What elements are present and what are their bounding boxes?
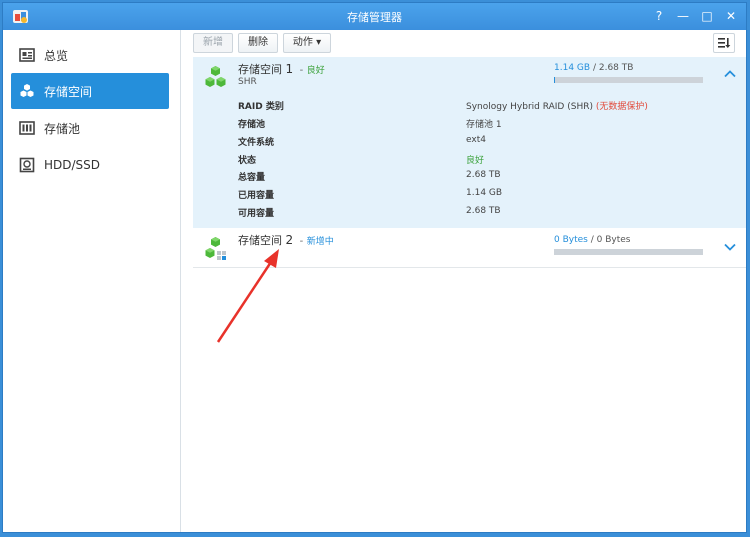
detail-value-status: 良好: [466, 156, 485, 166]
maximize-button[interactable]: □: [698, 7, 716, 25]
sidebar-item-hdd-ssd[interactable]: HDD/SSD: [11, 147, 169, 183]
detail-label-file-system: 文件系统: [238, 138, 275, 148]
volume-number: 1: [285, 62, 294, 76]
delete-button[interactable]: 删除: [238, 33, 278, 53]
detail-value-total-capacity: 2.68 TB: [466, 170, 501, 180]
chevron-up-icon[interactable]: [723, 67, 737, 81]
volume-name: 存储空间 1 - 良好: [238, 61, 325, 77]
minimize-button[interactable]: —: [674, 7, 692, 25]
overview-icon: [19, 48, 35, 62]
detail-label-available-capacity: 可用容量: [238, 209, 275, 219]
detail-label-storage-pool: 存储池: [238, 120, 266, 130]
detail-label-status: 状态: [238, 156, 257, 166]
volume-name-text: 存储空间: [238, 63, 282, 76]
usage-bar: [554, 249, 703, 255]
capacity-slash: /: [592, 63, 596, 73]
main-panel: 新增 删除 动作 ▾ 存储空间 1 - 良好 SHR 1.14 GB / 2.6…: [182, 30, 746, 532]
sidebar-item-label: HDD/SSD: [44, 158, 101, 172]
sidebar: 总览 存储空间 存储池 HDD/SSD: [3, 30, 181, 532]
sidebar-item-label: 存储空间: [44, 84, 93, 99]
storage-manager-window: 存储管理器 ? — □ ✕ 总览 存储空间 存储池 HDD/SSD 新增 删除 …: [2, 2, 747, 533]
detail-value-file-system: ext4: [466, 135, 486, 145]
volume-name-text: 存储空间: [238, 234, 282, 247]
volume-usage: 1.14 GB / 2.68 TB: [554, 63, 633, 73]
detail-label-raid-type: RAID 类别: [238, 102, 284, 112]
sidebar-item-label: 总览: [44, 48, 69, 63]
used-capacity: 0 Bytes: [554, 235, 588, 245]
volume-status: 新增中: [306, 237, 334, 247]
volume-healthy-icon: [205, 66, 226, 87]
volume-creating-icon: [205, 237, 226, 260]
chevron-down-icon[interactable]: [723, 240, 737, 254]
capacity-slash: /: [590, 235, 594, 245]
volume-type: SHR: [238, 77, 257, 87]
usage-bar: [554, 77, 703, 83]
window-title: 存储管理器: [347, 11, 402, 24]
volume-name: 存储空间 2 - 新增中: [238, 232, 334, 248]
volume-number: 2: [285, 233, 294, 247]
sidebar-item-volume[interactable]: 存储空间: [11, 73, 169, 109]
detail-value-raid-type: Synology Hybrid RAID (SHR) (无数据保护): [466, 99, 648, 112]
title-bar: 存储管理器 ? — □ ✕: [3, 3, 746, 30]
storage-pool-icon: [19, 121, 35, 135]
sort-icon: [718, 38, 731, 48]
total-capacity: 0 Bytes: [596, 235, 631, 245]
sidebar-item-label: 存储池: [44, 121, 81, 136]
detail-value-available-capacity: 2.68 TB: [466, 206, 501, 216]
volume-usage: 0 Bytes / 0 Bytes: [554, 235, 630, 245]
close-button[interactable]: ✕: [722, 7, 740, 25]
volume-status: 良好: [306, 66, 325, 76]
help-button[interactable]: ?: [650, 7, 668, 25]
sort-button[interactable]: [713, 33, 735, 53]
detail-value-used-capacity: 1.14 GB: [466, 188, 503, 198]
raid-type-value: Synology Hybrid RAID (SHR): [466, 102, 593, 112]
create-button[interactable]: 新增: [193, 33, 233, 53]
hdd-icon: [19, 157, 35, 173]
no-data-protection-warning: (无数据保护): [595, 102, 648, 112]
action-dropdown-button[interactable]: 动作 ▾: [283, 33, 331, 53]
sidebar-item-storage-pool[interactable]: 存储池: [11, 110, 169, 146]
detail-label-used-capacity: 已用容量: [238, 191, 275, 201]
used-capacity: 1.14 GB: [554, 63, 591, 73]
sidebar-item-overview[interactable]: 总览: [11, 37, 169, 73]
volume-separator: -: [299, 65, 304, 76]
detail-value-storage-pool: 存储池 1: [466, 120, 502, 130]
usage-bar-fill: [554, 77, 556, 83]
volume-row[interactable]: 存储空间 2 - 新增中 0 Bytes / 0 Bytes: [193, 228, 746, 268]
detail-label-total-capacity: 总容量: [238, 173, 266, 183]
volume-separator: -: [299, 236, 304, 247]
volume-icon: [20, 84, 34, 97]
volume-row[interactable]: 存储空间 1 - 良好 SHR 1.14 GB / 2.68 TB RAID 类…: [193, 57, 746, 228]
total-capacity: 2.68 TB: [598, 63, 634, 73]
